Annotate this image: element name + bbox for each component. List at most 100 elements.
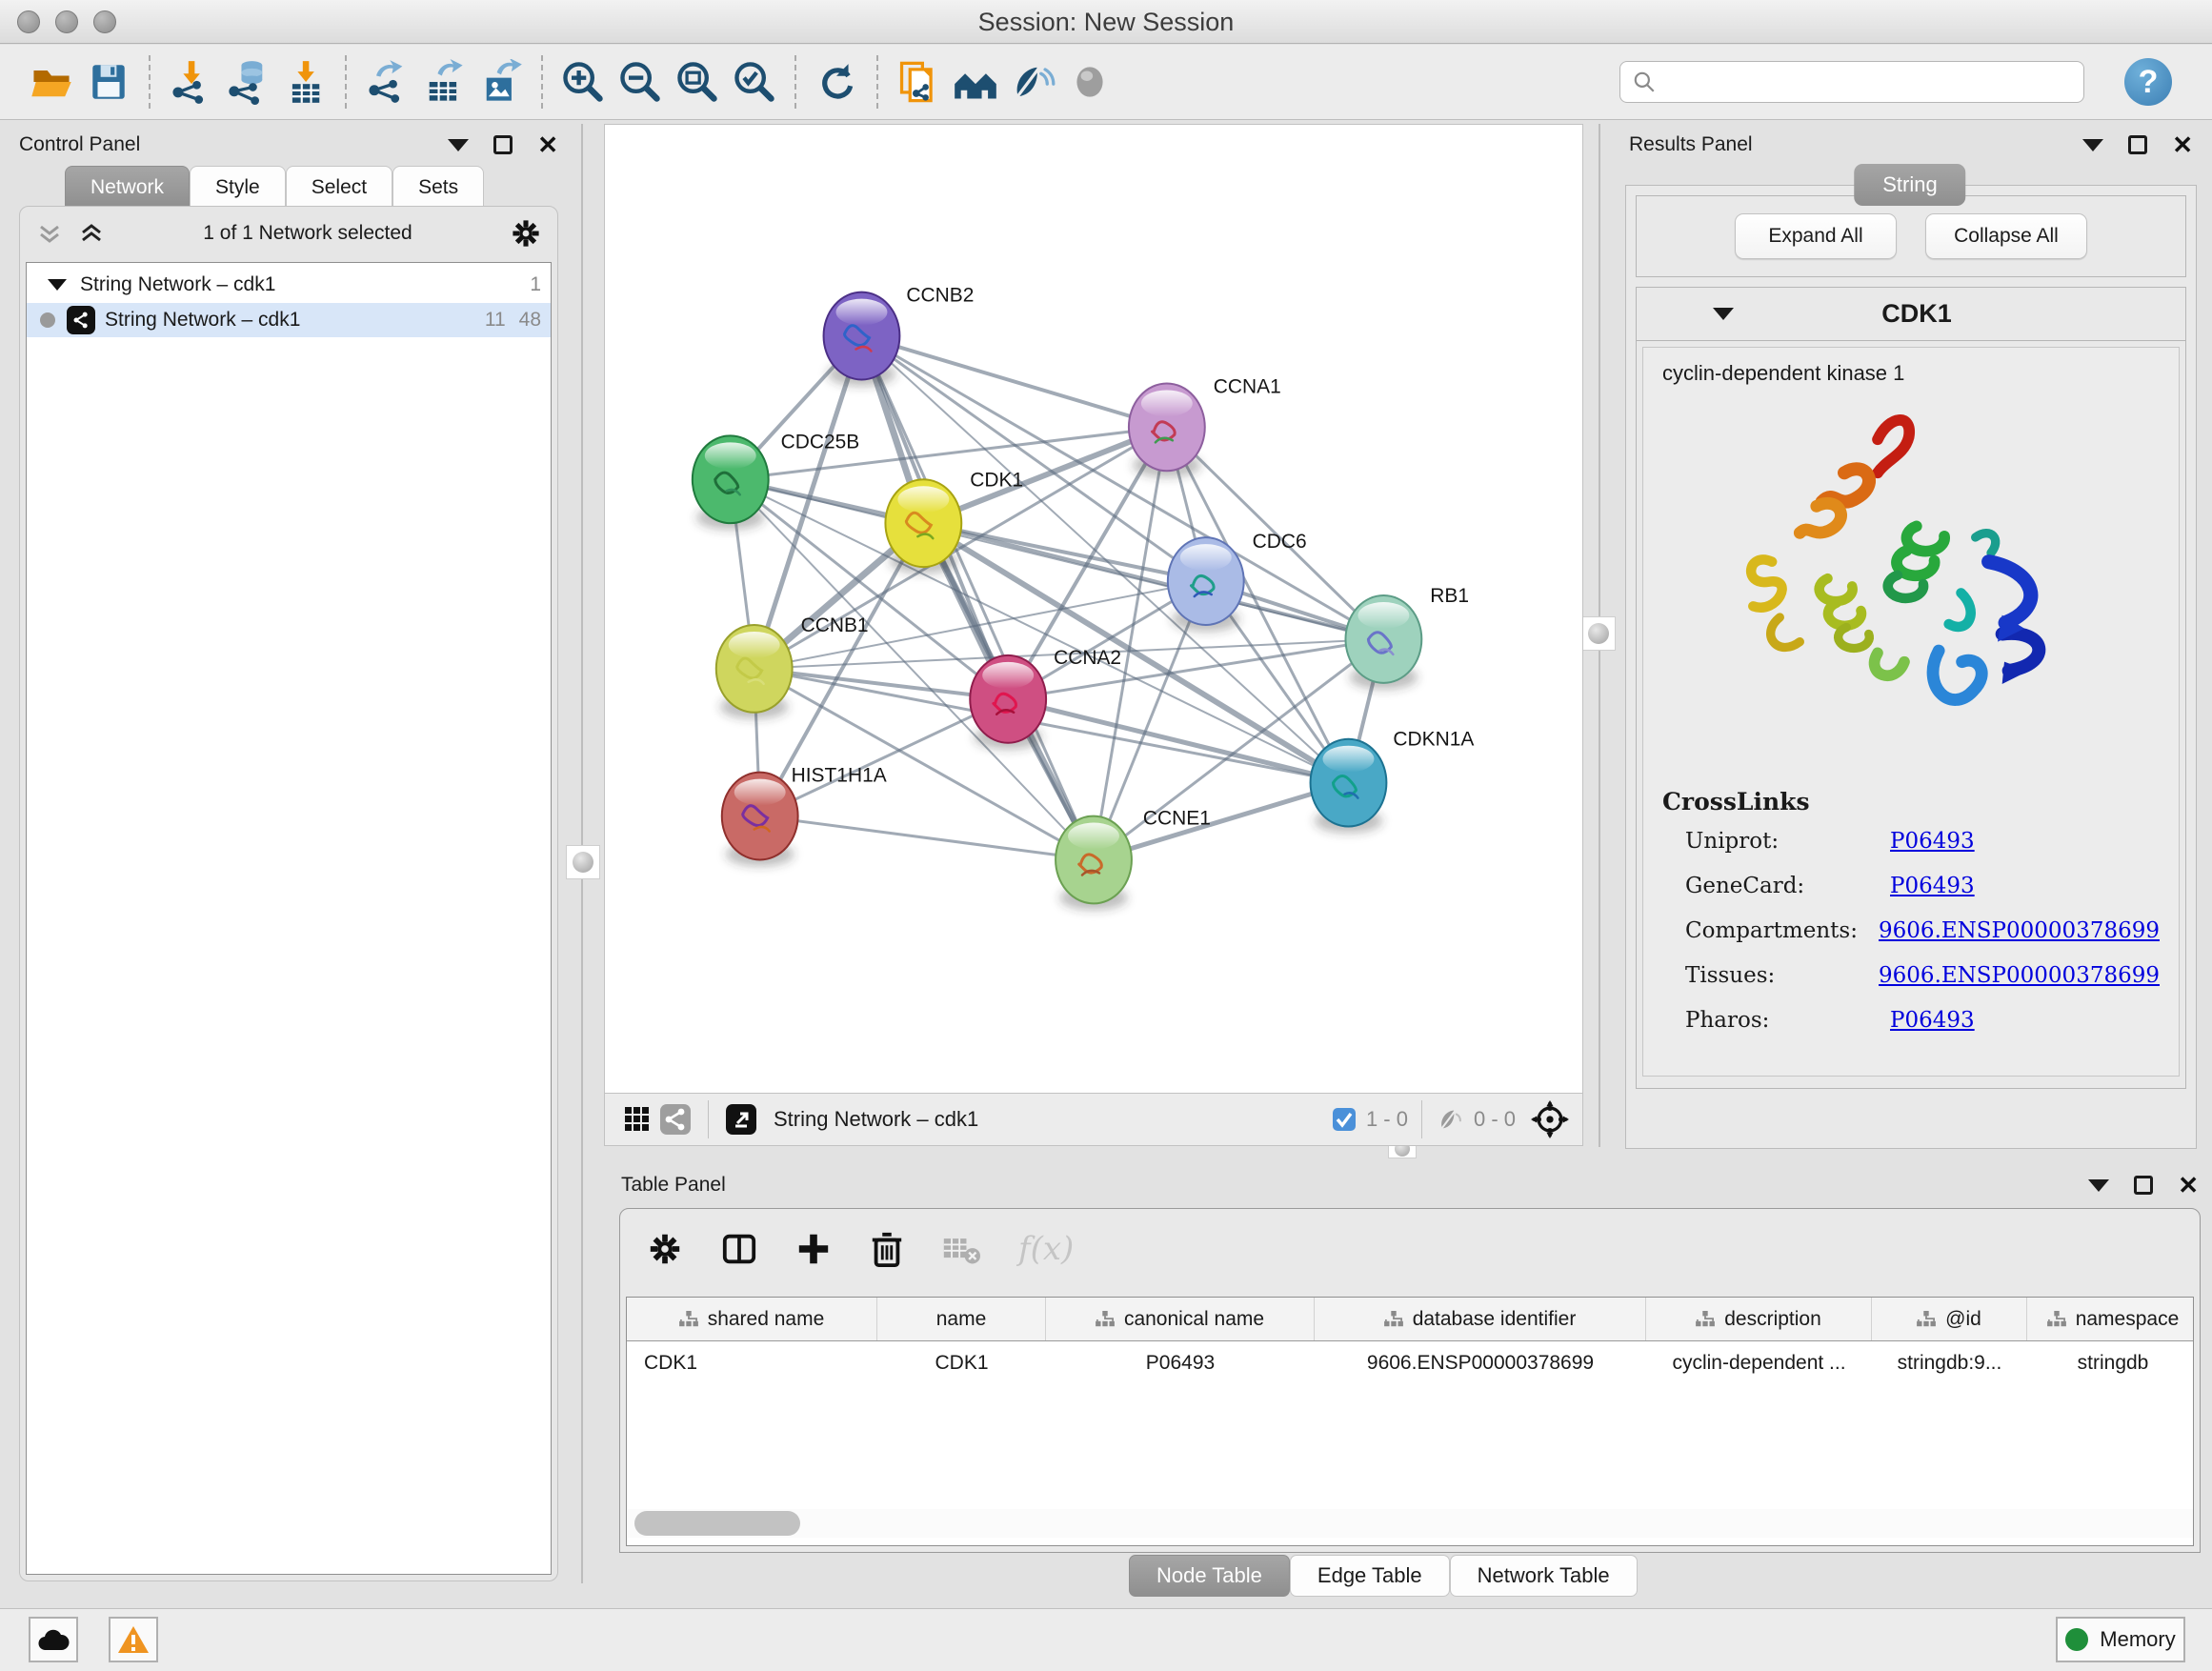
- collapse-all-button[interactable]: Collapse All: [1925, 213, 2087, 259]
- tab-network[interactable]: Network: [65, 166, 190, 208]
- float-panel-icon[interactable]: [2134, 1176, 2153, 1195]
- column-header[interactable]: @id: [1872, 1298, 2027, 1340]
- grid-view-icon[interactable]: [618, 1100, 656, 1138]
- gear-icon[interactable]: [510, 217, 542, 250]
- apply-layout-button[interactable]: [808, 52, 865, 111]
- column-header[interactable]: shared name: [627, 1298, 877, 1340]
- tissues-link[interactable]: 9606.ENSP00000378699: [1879, 963, 2160, 988]
- network-node-CDK1[interactable]: CDK1: [885, 469, 1023, 574]
- control-panel-title: Control Panel: [19, 133, 140, 156]
- network-edge[interactable]: [861, 336, 1094, 860]
- network-edge[interactable]: [861, 336, 1166, 428]
- tab-network-table[interactable]: Network Table: [1450, 1555, 1638, 1597]
- column-header[interactable]: name: [877, 1298, 1046, 1340]
- column-header[interactable]: namespace: [2027, 1298, 2194, 1340]
- tab-string[interactable]: String: [1854, 164, 1965, 206]
- compartments-link[interactable]: 9606.ENSP00000378699: [1879, 918, 2160, 943]
- warning-status-button[interactable]: [109, 1617, 158, 1662]
- import-network-database-button[interactable]: [219, 52, 276, 111]
- table-toolbar: f(x): [620, 1209, 2200, 1289]
- export-image-button[interactable]: [473, 52, 530, 111]
- zoom-fit-button[interactable]: [669, 52, 726, 111]
- collapse-panel-icon[interactable]: [2088, 1179, 2109, 1192]
- delete-table-icon[interactable]: [942, 1233, 980, 1265]
- zoom-selected-button[interactable]: [726, 52, 783, 111]
- network-node-RB1[interactable]: RB1: [1345, 585, 1469, 690]
- add-column-icon[interactable]: [795, 1231, 832, 1267]
- birdseye-view-icon[interactable]: [1531, 1100, 1569, 1138]
- tab-edge-table[interactable]: Edge Table: [1290, 1555, 1450, 1597]
- help-button[interactable]: ?: [2124, 58, 2172, 106]
- results-panel: Results Panel ✕ String Expand All Collap…: [1619, 124, 2201, 1153]
- node-table: shared name name canonical name database…: [626, 1297, 2194, 1546]
- selected-checkbox-icon[interactable]: [1332, 1107, 1357, 1132]
- network-collection-row[interactable]: String Network – cdk1 1: [27, 269, 551, 301]
- gene-section-header[interactable]: CDK1: [1637, 288, 2185, 341]
- expand-all-button[interactable]: Expand All: [1735, 213, 1897, 259]
- close-panel-icon[interactable]: ✕: [2178, 1176, 2199, 1195]
- string-home-button[interactable]: [947, 52, 1004, 111]
- delete-column-icon[interactable]: [870, 1231, 904, 1267]
- import-network-file-button[interactable]: [162, 52, 219, 111]
- zoom-in-button[interactable]: [554, 52, 612, 111]
- column-type-icon: [2047, 1311, 2066, 1328]
- collection-expand-icon[interactable]: [48, 279, 67, 291]
- export-table-button[interactable]: [415, 52, 473, 111]
- column-header[interactable]: canonical name: [1046, 1298, 1315, 1340]
- tab-node-table[interactable]: Node Table: [1129, 1555, 1290, 1597]
- pharos-link[interactable]: P06493: [1890, 1008, 1975, 1033]
- zoom-out-button[interactable]: [612, 52, 669, 111]
- close-panel-icon[interactable]: ✕: [2172, 135, 2193, 154]
- cloud-status-button[interactable]: [29, 1617, 78, 1662]
- column-header[interactable]: database identifier: [1315, 1298, 1646, 1340]
- network-list: String Network – cdk1 1 String Network –…: [26, 262, 552, 1575]
- network-node-CCNE1[interactable]: CCNE1: [1056, 808, 1211, 911]
- tab-sets[interactable]: Sets: [392, 166, 484, 208]
- open-folder-icon: [29, 59, 74, 105]
- table-row[interactable]: CDK1 CDK1 P06493 9606.ENSP00000378699 cy…: [627, 1341, 2193, 1385]
- network-node-HIST1H1A[interactable]: HIST1H1A: [722, 765, 887, 867]
- network-row-selected[interactable]: String Network – cdk1 11 48: [27, 303, 551, 337]
- hidden-eye-icon[interactable]: [1436, 1105, 1464, 1134]
- hide-panel-button[interactable]: [1004, 52, 1061, 111]
- import-table-file-button[interactable]: [276, 52, 333, 111]
- network-view-icon[interactable]: [656, 1100, 694, 1138]
- float-panel-icon[interactable]: [2128, 135, 2147, 154]
- network-edge[interactable]: [1094, 783, 1348, 860]
- network-node-CCNB1[interactable]: CCNB1: [716, 614, 869, 719]
- network-node-CDKN1A[interactable]: CDKN1A: [1311, 729, 1475, 834]
- collapse-panel-icon[interactable]: [2082, 139, 2103, 151]
- gear-icon[interactable]: [647, 1231, 683, 1267]
- close-panel-icon[interactable]: ✕: [537, 135, 558, 154]
- collapse-all-icon[interactable]: [35, 219, 64, 248]
- clone-network-button[interactable]: [890, 52, 947, 111]
- network-canvas[interactable]: CCNB2CCNA1CDC25BCDK1CDC6RB1CCNB1CCNA2CDK…: [604, 124, 1583, 1094]
- right-splitter-handle[interactable]: [1581, 616, 1616, 651]
- show-panel-button[interactable]: [1061, 52, 1118, 111]
- search-input[interactable]: [1657, 70, 2072, 94]
- column-header[interactable]: description: [1646, 1298, 1872, 1340]
- genecard-link[interactable]: P06493: [1890, 874, 1975, 898]
- function-builder-icon[interactable]: f(x): [1018, 1230, 1074, 1268]
- float-panel-icon[interactable]: [493, 135, 513, 154]
- network-edge[interactable]: [760, 816, 1094, 860]
- export-network-button[interactable]: [358, 52, 415, 111]
- network-node-CCNA1[interactable]: CCNA1: [1129, 375, 1281, 477]
- expand-all-icon[interactable]: [77, 219, 106, 248]
- tab-style[interactable]: Style: [190, 166, 286, 208]
- gene-collapse-icon[interactable]: [1713, 308, 1734, 320]
- detach-view-icon[interactable]: [722, 1100, 760, 1138]
- scrollbar-thumb[interactable]: [634, 1511, 800, 1536]
- open-session-button[interactable]: [23, 52, 80, 111]
- left-splitter-handle[interactable]: [566, 845, 600, 879]
- horizontal-scrollbar[interactable]: [627, 1509, 2193, 1538]
- tab-select[interactable]: Select: [286, 166, 392, 208]
- show-columns-icon[interactable]: [721, 1231, 757, 1267]
- warning-icon: [117, 1625, 150, 1654]
- network-edge[interactable]: [760, 699, 1008, 816]
- uniprot-link[interactable]: P06493: [1890, 829, 1975, 854]
- table-tabs: Node Table Edge Table Network Table: [1129, 1555, 1638, 1597]
- save-session-button[interactable]: [80, 52, 137, 111]
- memory-button[interactable]: Memory: [2056, 1617, 2185, 1662]
- collapse-panel-icon[interactable]: [448, 139, 469, 151]
